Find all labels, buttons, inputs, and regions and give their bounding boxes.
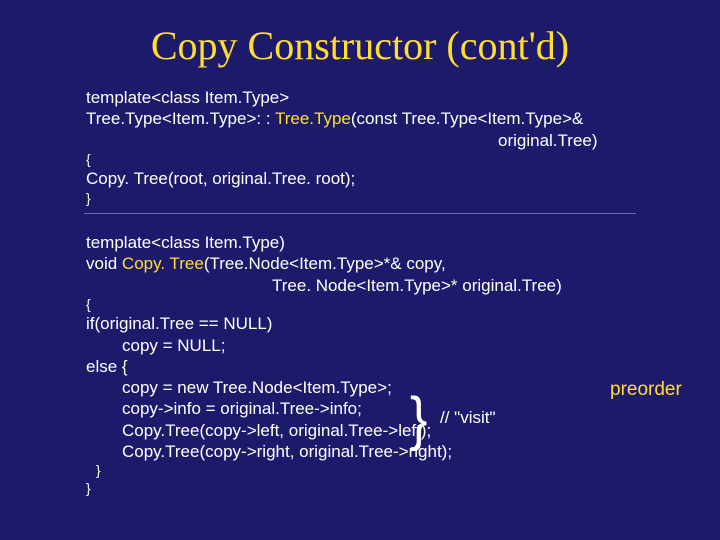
- preorder-annotation: preorder: [610, 379, 682, 401]
- code-line: Copy.Tree(copy->right, original.Tree->ri…: [86, 441, 660, 462]
- code-highlight: Tree.Type: [275, 109, 351, 128]
- code-line: void Copy. Tree(Tree.Node<Item.Type>*& c…: [86, 253, 660, 274]
- code-brace: {: [86, 296, 660, 314]
- code-line: else {: [86, 356, 660, 377]
- code-highlight: Copy. Tree: [122, 254, 204, 273]
- slide-title: Copy Constructor (cont'd): [0, 0, 720, 87]
- code-line: original.Tree): [86, 130, 660, 151]
- code-block-top: template<class Item.Type> Tree.Type<Item…: [0, 87, 720, 207]
- code-text: Tree.Type<Item.Type>: :: [86, 109, 275, 128]
- visit-annotation: // "visit": [440, 408, 496, 428]
- code-text: (const Tree.Type<Item.Type>&: [351, 109, 583, 128]
- code-line: Tree.Type<Item.Type>: : Tree.Type(const …: [86, 108, 660, 129]
- grouping-bracket-icon: }: [410, 389, 427, 449]
- code-text: void: [86, 254, 122, 273]
- code-brace: }: [86, 480, 660, 498]
- divider: [84, 213, 636, 214]
- code-line: copy = new Tree.Node<Item.Type>;: [86, 377, 660, 398]
- code-brace: }: [86, 462, 660, 480]
- code-block-bottom: template<class Item.Type) void Copy. Tre…: [0, 232, 720, 497]
- code-line: template<class Item.Type): [86, 232, 660, 253]
- code-line: Tree. Node<Item.Type>* original.Tree): [86, 275, 660, 296]
- code-line: copy->info = original.Tree->info;: [86, 398, 660, 419]
- code-line: Copy.Tree(copy->left, original.Tree->lef…: [86, 420, 660, 441]
- code-line: if(original.Tree == NULL): [86, 313, 660, 334]
- code-text: (Tree.Node<Item.Type>*& copy,: [204, 254, 446, 273]
- code-line: Copy. Tree(root, original.Tree. root);: [86, 168, 660, 189]
- code-brace: {: [86, 151, 660, 169]
- code-line: copy = NULL;: [86, 335, 660, 356]
- code-line: template<class Item.Type>: [86, 87, 660, 108]
- code-brace: }: [86, 190, 660, 208]
